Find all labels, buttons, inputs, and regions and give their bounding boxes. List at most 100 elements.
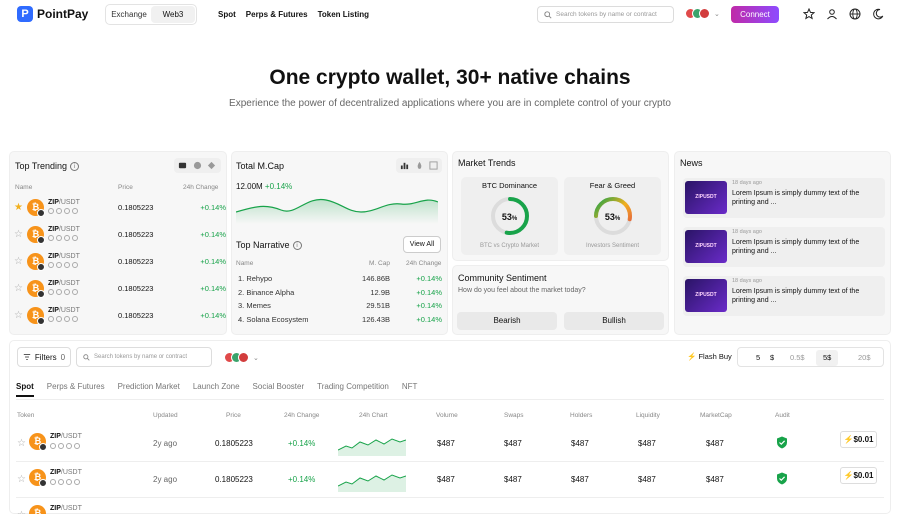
switch-web3[interactable]: Web3 bbox=[151, 6, 195, 23]
moon-icon[interactable] bbox=[872, 8, 884, 20]
token-search-input[interactable]: Search tokens by name or contract bbox=[76, 347, 212, 367]
col-volume: Volume bbox=[436, 412, 458, 419]
news-thumbnail: ZIPUSDT bbox=[685, 279, 727, 312]
narrative-col-mcap: M. Cap bbox=[369, 260, 390, 267]
table-chain-selector[interactable]: ⌄ bbox=[224, 352, 259, 363]
flash-buy-button[interactable]: ⚡$0.01 bbox=[840, 431, 877, 448]
lightning-icon: ⚡ bbox=[843, 435, 854, 444]
marketcap: $487 bbox=[706, 475, 724, 484]
bar-chart-icon[interactable] bbox=[400, 161, 409, 170]
info-icon[interactable]: i bbox=[292, 241, 302, 251]
narrative-col-change: 24h Change bbox=[406, 260, 442, 267]
globe-icon[interactable] bbox=[849, 8, 861, 20]
price: 0.1805223 bbox=[118, 311, 154, 320]
social-icons bbox=[50, 479, 80, 485]
fear-greed-caption: Investors Sentiment bbox=[585, 243, 640, 249]
nav-spot[interactable]: Spot bbox=[218, 10, 236, 19]
star-icon[interactable]: ☆ bbox=[14, 283, 23, 294]
news-item[interactable]: ZIPUSDT 18 days ago Lorem Ipsum is simpl… bbox=[683, 227, 885, 267]
swaps: $487 bbox=[504, 439, 522, 448]
nav-perps-futures[interactable]: Perps & Futures bbox=[246, 10, 308, 19]
coin-filter-icon[interactable] bbox=[193, 161, 202, 170]
star-icon[interactable]: ☆ bbox=[14, 256, 23, 267]
wallet-icon[interactable] bbox=[178, 161, 187, 170]
pair-name: ZIP/USDT bbox=[50, 469, 82, 476]
fire-icon[interactable] bbox=[415, 161, 424, 170]
news-item[interactable]: ZIPUSDT 18 days ago Lorem Ipsum is simpl… bbox=[683, 276, 885, 316]
header-search-input[interactable]: Search tokens by name or contract bbox=[537, 6, 674, 23]
star-icon[interactable]: ☆ bbox=[17, 474, 26, 485]
flash-buy-button[interactable]: ⚡$0.01 bbox=[840, 467, 877, 484]
price: 0.1805223 bbox=[118, 203, 154, 212]
star-icon[interactable]: ☆ bbox=[17, 510, 26, 514]
tab-perps-futures[interactable]: Perps & Futures bbox=[47, 382, 105, 397]
bullish-button[interactable]: Bullish bbox=[564, 312, 664, 330]
info-icon[interactable]: i bbox=[70, 162, 80, 172]
nav-token-listing[interactable]: Token Listing bbox=[318, 10, 369, 19]
flash-buy-label: ⚡ Flash Buy bbox=[687, 352, 732, 361]
amount-input[interactable]: 5 bbox=[756, 353, 760, 362]
table-row[interactable]: ☆ ₿ ZIP/USDT 2y ago 0.1805223 +0.14% $48… bbox=[16, 462, 884, 498]
narrative-name: 1. Rehypo bbox=[238, 274, 273, 283]
tab-launch-zone[interactable]: Launch Zone bbox=[193, 382, 240, 397]
news-item[interactable]: ZIPUSDT 18 days ago Lorem Ipsum is simpl… bbox=[683, 178, 885, 218]
star-icon[interactable] bbox=[803, 8, 815, 20]
table-row[interactable]: ☆ ₿ ZIP/USDT 2y ago 0.1805223 +0.14% $48… bbox=[16, 426, 884, 462]
bearish-button[interactable]: Bearish bbox=[457, 312, 557, 330]
social-icons bbox=[50, 443, 80, 449]
trending-col-name: Name bbox=[15, 184, 33, 191]
news-date: 18 days ago bbox=[732, 180, 762, 186]
trending-row[interactable]: ☆ ₿ ZIP/USDT 0.1805223 +0.14% bbox=[14, 280, 226, 302]
connect-button[interactable]: Connect bbox=[731, 6, 779, 23]
fear-greed-label: Fear & Greed bbox=[589, 181, 636, 190]
flash-buy-amounts: 5 $ 0.5$ 5$ 20$ bbox=[737, 347, 884, 367]
social-icons bbox=[48, 316, 78, 322]
holders: $487 bbox=[571, 475, 589, 484]
trending-col-change: 24h Change bbox=[183, 184, 219, 191]
swaps: $487 bbox=[504, 475, 522, 484]
grid-chart-icon[interactable] bbox=[429, 161, 438, 170]
star-icon[interactable]: ☆ bbox=[14, 229, 23, 240]
col-price: Price bbox=[226, 412, 241, 419]
star-filled-icon[interactable]: ★ bbox=[14, 202, 23, 213]
preset-5-selected[interactable]: 5$ bbox=[816, 350, 839, 366]
tab-trading-competition[interactable]: Trading Competition bbox=[317, 382, 389, 397]
table-row[interactable]: ☆ ₿ ZIP/USDT bbox=[16, 498, 884, 514]
pair-name: ZIP/USDT bbox=[50, 505, 82, 512]
col-audit: Audit bbox=[775, 412, 790, 419]
preset-20[interactable]: 20$ bbox=[858, 353, 871, 362]
social-icons bbox=[48, 235, 78, 241]
mcap-change: +0.14% bbox=[264, 182, 293, 191]
news-text: Lorem Ipsum is simply dummy text of the … bbox=[732, 190, 860, 206]
audit-shield-icon bbox=[777, 472, 787, 485]
pair-name: ZIP/USDT bbox=[50, 433, 82, 440]
trending-row[interactable]: ☆ ₿ ZIP/USDT 0.1805223 +0.14% bbox=[14, 307, 226, 329]
narrative-row[interactable]: 2. Binance Alpha 12.9B +0.14% bbox=[238, 288, 442, 301]
pointpay-logo[interactable]: P PointPay bbox=[17, 6, 88, 22]
community-title: Community Sentiment bbox=[458, 273, 547, 283]
trending-row[interactable]: ☆ ₿ ZIP/USDT 0.1805223 +0.14% bbox=[14, 226, 226, 248]
tab-nft[interactable]: NFT bbox=[402, 382, 418, 397]
chevron-down-icon: ⌄ bbox=[253, 354, 259, 362]
diamond-icon[interactable] bbox=[207, 161, 216, 170]
tab-spot[interactable]: Spot bbox=[16, 382, 34, 397]
star-icon[interactable]: ☆ bbox=[17, 438, 26, 449]
lightning-icon: ⚡ bbox=[687, 352, 697, 361]
tab-prediction-market[interactable]: Prediction Market bbox=[118, 382, 180, 397]
user-icon[interactable] bbox=[826, 8, 838, 20]
search-icon bbox=[83, 353, 90, 361]
tab-social-booster[interactable]: Social Booster bbox=[253, 382, 305, 397]
price: 0.1805223 bbox=[118, 257, 154, 266]
filters-button[interactable]: Filters 0 bbox=[17, 347, 71, 367]
chain-selector[interactable]: ⌄ bbox=[685, 8, 720, 19]
preset-0-5[interactable]: 0.5$ bbox=[790, 353, 805, 362]
switch-exchange[interactable]: Exchange bbox=[107, 6, 151, 23]
narrative-row[interactable]: 4. Solana Ecosystem 126.43B +0.14% bbox=[238, 315, 442, 328]
star-icon[interactable]: ☆ bbox=[14, 310, 23, 321]
narrative-row[interactable]: 3. Memes 29.51B +0.14% bbox=[238, 301, 442, 314]
trending-row[interactable]: ★ ₿ ZIP/USDT 0.1805223 +0.14% bbox=[14, 199, 226, 221]
trending-row[interactable]: ☆ ₿ ZIP/USDT 0.1805223 +0.14% bbox=[14, 253, 226, 275]
view-all-button[interactable]: View All bbox=[403, 236, 441, 253]
narrative-row[interactable]: 1. Rehypo 146.86B +0.14% bbox=[238, 274, 442, 287]
price: 0.1805223 bbox=[215, 439, 253, 448]
